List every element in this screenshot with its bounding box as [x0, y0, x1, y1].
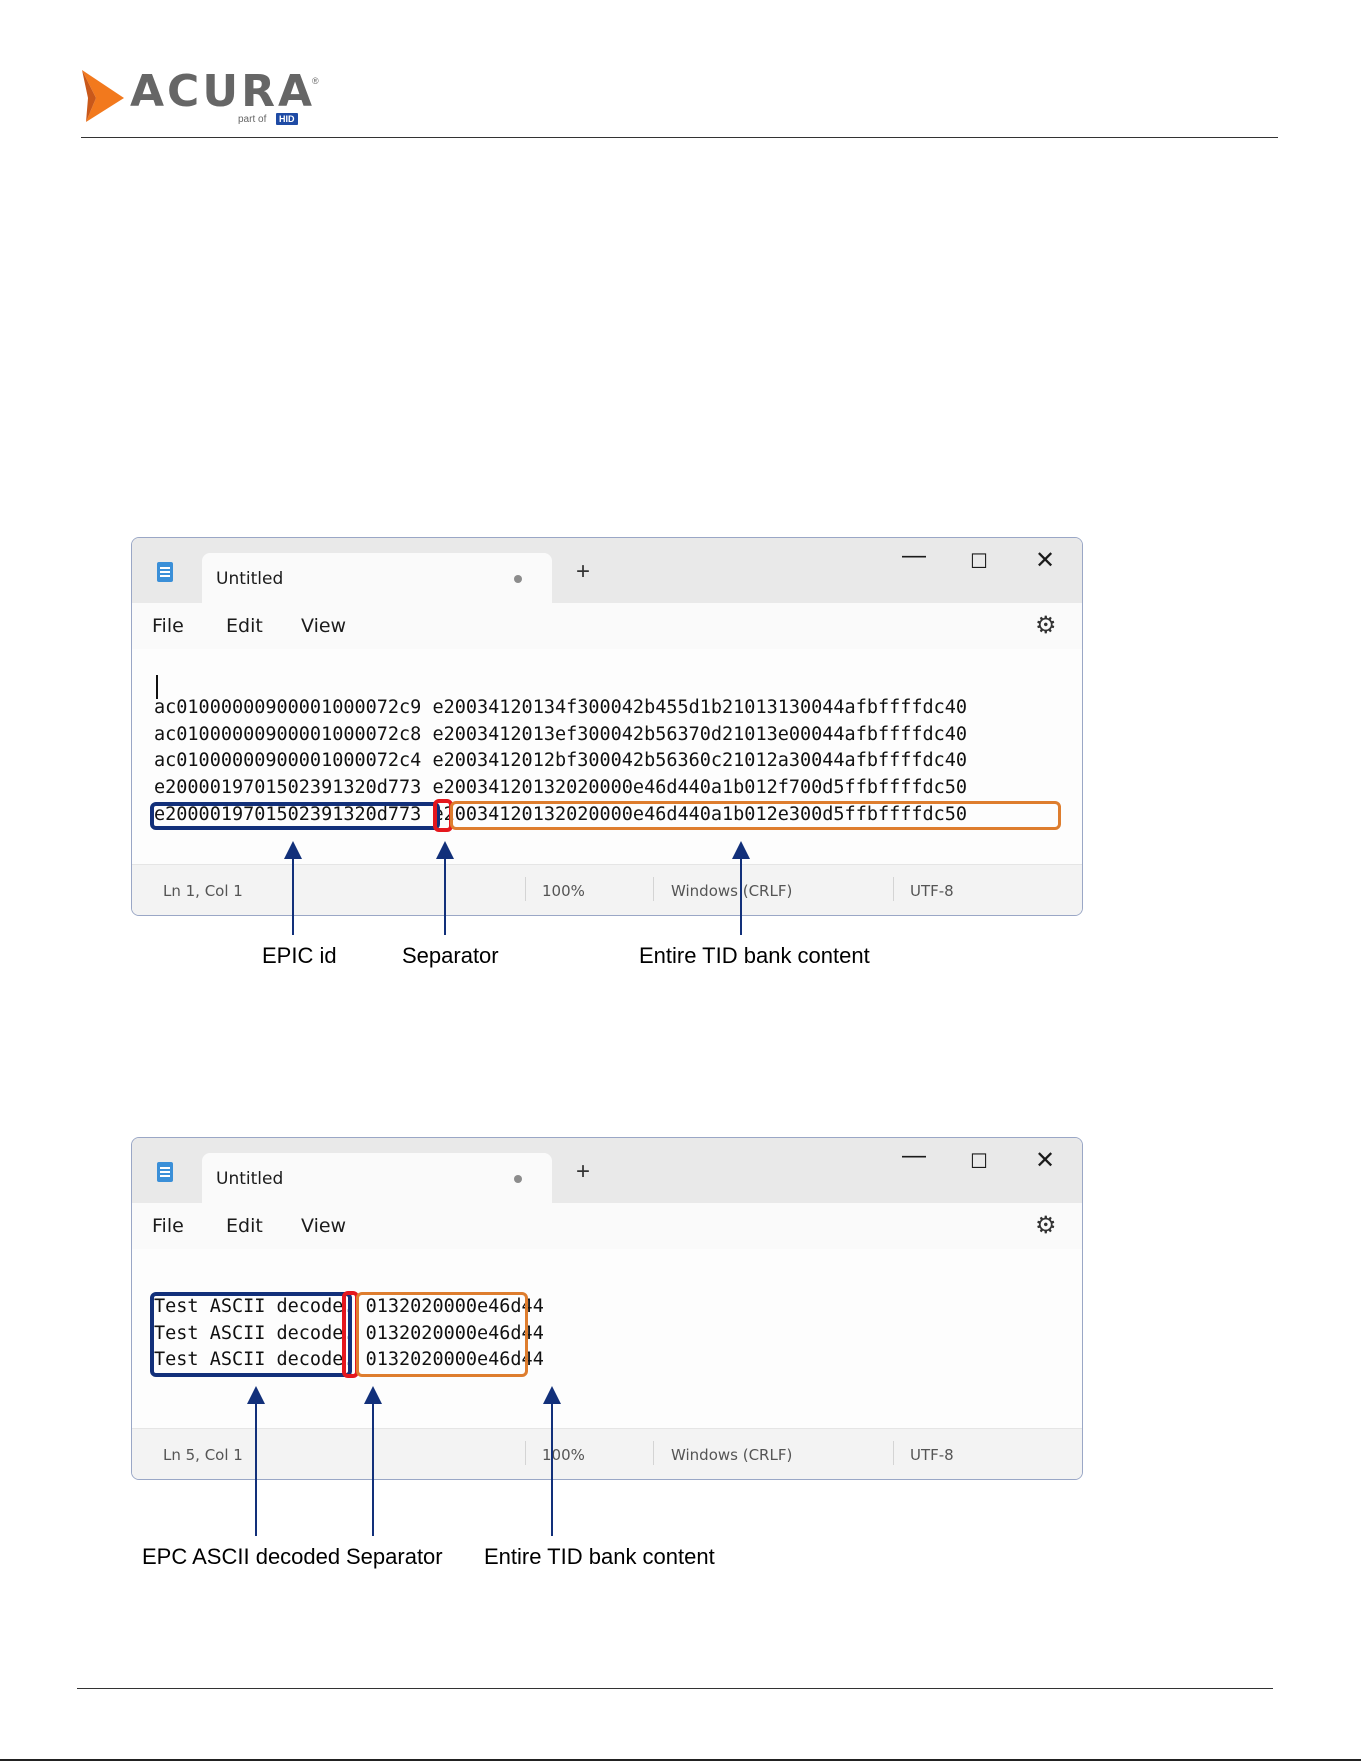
minimize-button[interactable]: — — [899, 542, 929, 570]
title-bar: Untitled + — ☐ ✕ — [132, 1138, 1082, 1203]
notepad-window-1: Untitled + — ☐ ✕ File Edit View ⚙ ac0100… — [131, 537, 1083, 916]
settings-gear-icon[interactable]: ⚙ — [1035, 1211, 1057, 1240]
footer-rule — [77, 1688, 1273, 1689]
status-divider — [525, 877, 526, 901]
maximize-button[interactable]: ☐ — [964, 1149, 994, 1174]
tab-title: Untitled — [216, 569, 284, 589]
callout-separator: Separator — [402, 943, 499, 968]
settings-gear-icon[interactable]: ⚙ — [1035, 611, 1057, 640]
callout-epc-ascii: EPC ASCII decoded — [142, 1544, 341, 1569]
acura-logo: ACURA ® part of HID — [82, 66, 322, 132]
chevron-logo-icon — [82, 70, 124, 122]
status-line-ending[interactable]: Windows (CRLF) — [671, 1446, 792, 1464]
text-line-2: ac01000000900001000072c8 e2003412013ef30… — [154, 724, 968, 745]
arrow-separator — [364, 1386, 382, 1536]
tid-highlight-box — [356, 1292, 528, 1377]
logo-part-of: part of — [238, 114, 267, 125]
maximize-button[interactable]: ☐ — [964, 549, 994, 574]
new-tab-button[interactable]: + — [576, 1158, 590, 1186]
status-encoding[interactable]: UTF-8 — [910, 1446, 954, 1464]
notepad-window-2: Untitled + — ☐ ✕ File Edit View ⚙ Test A… — [131, 1137, 1083, 1480]
arrow-separator — [436, 841, 454, 935]
close-button[interactable]: ✕ — [1030, 1146, 1060, 1175]
menu-edit[interactable]: Edit — [226, 1215, 263, 1237]
minimize-button[interactable]: — — [899, 1142, 929, 1170]
status-encoding[interactable]: UTF-8 — [910, 882, 954, 900]
menu-file[interactable]: File — [152, 1215, 184, 1237]
tab-untitled[interactable]: Untitled — [202, 1153, 552, 1203]
status-line-ending[interactable]: Windows (CRLF) — [671, 882, 792, 900]
logo-wordmark: ACURA — [130, 66, 316, 117]
callout-separator: Separator — [346, 1544, 443, 1569]
status-position: Ln 5, Col 1 — [163, 1446, 243, 1464]
status-zoom[interactable]: 100% — [542, 1446, 585, 1464]
status-divider — [653, 1441, 654, 1465]
logo-hid-badge: HID — [276, 113, 298, 125]
epc-highlight-box — [150, 802, 440, 830]
header-rule — [81, 137, 1278, 138]
status-divider — [653, 877, 654, 901]
unsaved-dot-icon — [514, 575, 522, 583]
arrow-tid — [732, 841, 750, 935]
tab-untitled[interactable]: Untitled — [202, 553, 552, 603]
notepad-app-icon — [157, 562, 173, 582]
status-divider — [893, 877, 894, 901]
callout-tid: Entire TID bank content — [639, 943, 870, 968]
menu-bar: File Edit View ⚙ — [132, 1203, 1082, 1250]
callout-tid: Entire TID bank content — [484, 1544, 715, 1569]
unsaved-dot-icon — [514, 1175, 522, 1183]
arrow-tid — [543, 1386, 561, 1536]
menu-view[interactable]: View — [301, 615, 346, 637]
logo-registered-mark: ® — [312, 76, 319, 86]
menu-file[interactable]: File — [152, 615, 184, 637]
text-line-3: ac01000000900001000072c4 e2003412012bf30… — [154, 750, 968, 771]
epc-ascii-highlight-box — [150, 1292, 352, 1377]
status-zoom[interactable]: 100% — [542, 882, 585, 900]
callout-epc-id: EPIC id — [262, 943, 337, 968]
tid-highlight-box — [450, 801, 1061, 830]
text-editor-area[interactable]: Test ASCII decode. 0132020000e46d44 Test… — [132, 1249, 1082, 1429]
text-line-4: e2000019701502391320d773 e20034120132020… — [154, 777, 968, 798]
title-bar: Untitled + — ☐ ✕ — [132, 538, 1082, 603]
status-bar: Ln 1, Col 1 100% Windows (CRLF) UTF-8 — [132, 864, 1082, 915]
new-tab-button[interactable]: + — [576, 558, 590, 586]
text-line-1: ac01000000900001000072c9 e20034120134f30… — [154, 697, 968, 718]
arrow-epc-ascii — [247, 1386, 265, 1536]
close-button[interactable]: ✕ — [1030, 546, 1060, 575]
text-editor-area[interactable]: ac01000000900001000072c9 e20034120134f30… — [132, 649, 1082, 865]
tab-title: Untitled — [216, 1169, 284, 1189]
arrow-epc — [284, 841, 302, 935]
status-bar: Ln 5, Col 1 100% Windows (CRLF) UTF-8 — [132, 1428, 1082, 1479]
menu-bar: File Edit View ⚙ — [132, 603, 1082, 650]
status-divider — [525, 1441, 526, 1465]
menu-edit[interactable]: Edit — [226, 615, 263, 637]
status-position: Ln 1, Col 1 — [163, 882, 243, 900]
menu-view[interactable]: View — [301, 1215, 346, 1237]
notepad-app-icon — [157, 1162, 173, 1182]
status-divider — [893, 1441, 894, 1465]
